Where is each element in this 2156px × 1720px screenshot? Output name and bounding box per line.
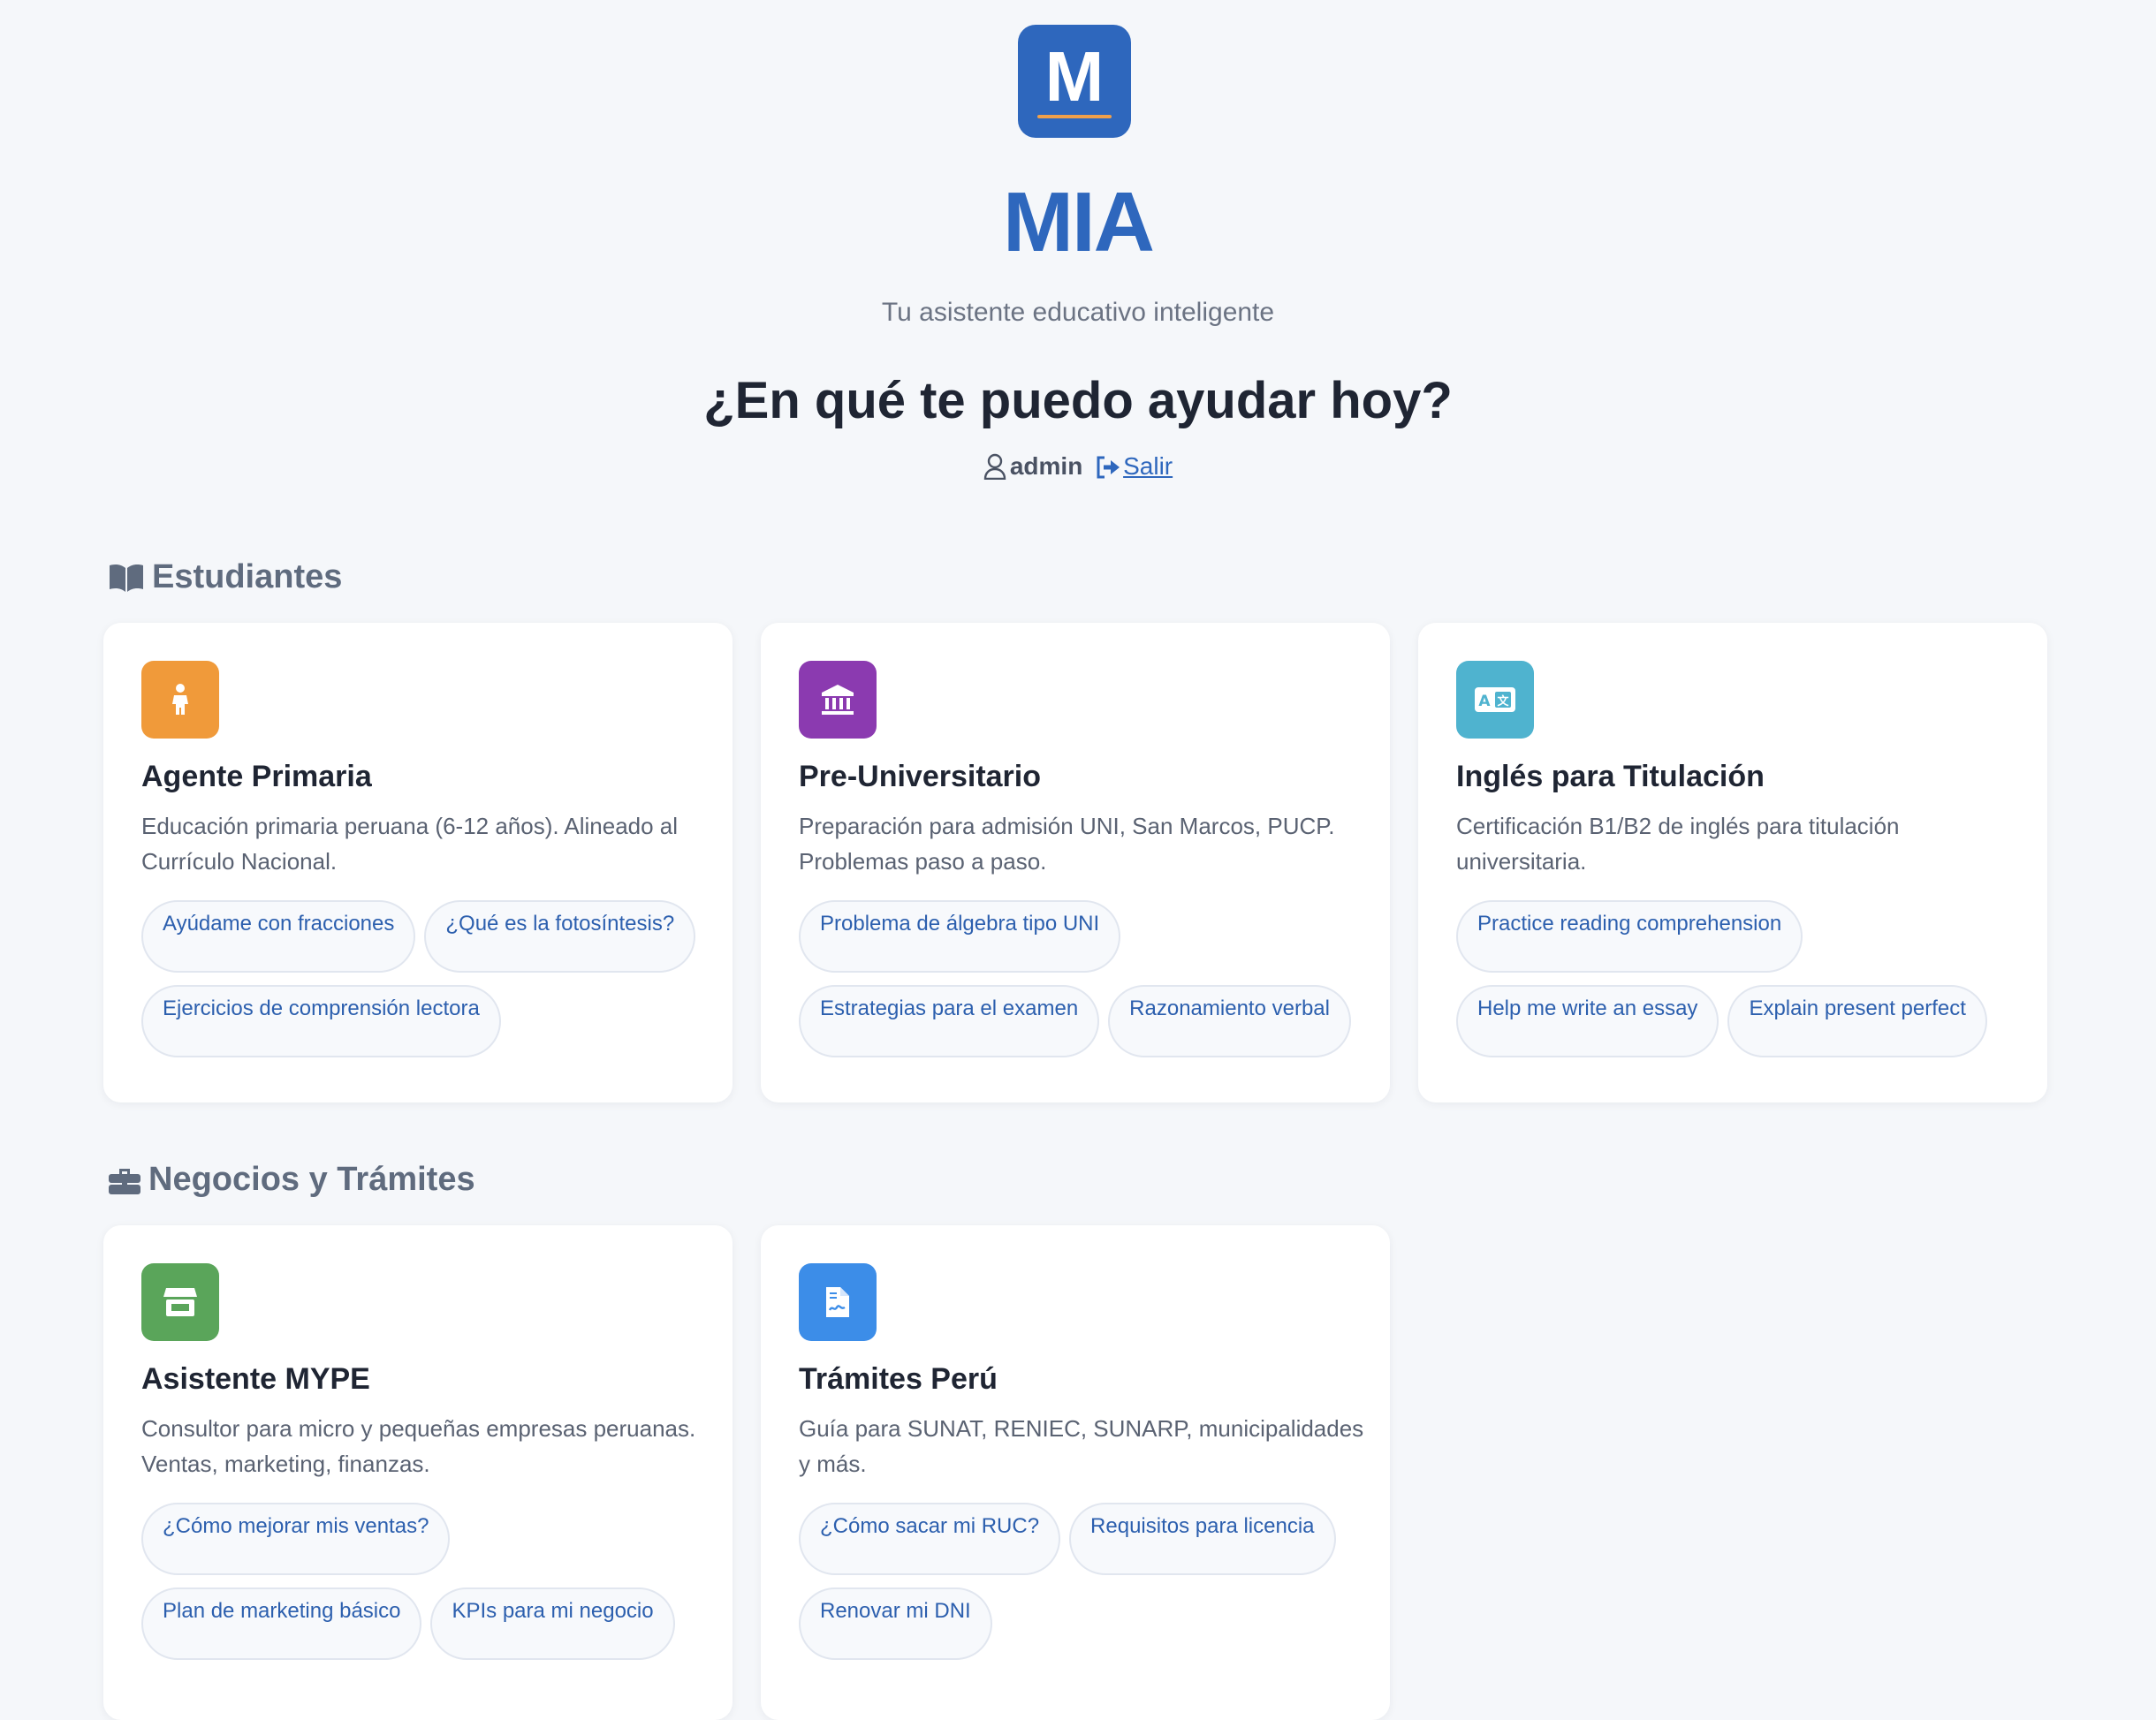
user-bar: admin Salir — [0, 449, 2156, 489]
card-description: Certificación B1/B2 de inglés para titul… — [1456, 813, 1900, 875]
section-title-negocios: Negocios y Trámites — [108, 1157, 475, 1201]
card-description: Educación primaria peruana (6-12 años). … — [141, 813, 679, 875]
app-title: MIA — [1003, 175, 1155, 269]
agent-card-tramites[interactable]: Trámites Perú Guía para SUNAT, RENIEC, S… — [761, 1225, 1390, 1720]
agent-card-mype[interactable]: Asistente MYPE Consultor para micro y pe… — [103, 1225, 733, 1720]
section-title-estudiantes: Estudiantes — [108, 555, 342, 599]
card-description: Preparación para admisión UNI, San Marco… — [799, 813, 1335, 875]
language-icon: A文 — [1456, 661, 1534, 739]
agent-card-primaria[interactable]: Agente Primaria Educación primaria perua… — [103, 623, 733, 1102]
suggestion-chips: Ayúdame con fracciones ¿Qué es la fotosín… — [141, 900, 707, 1070]
child-icon — [141, 661, 219, 739]
section-title-label: Negocios y Trámites — [148, 1161, 475, 1198]
page-heading: ¿En qué te puedo ayudar hoy? — [703, 372, 1453, 429]
card-description: Guía para SUNAT, RENIEC, SUNARP, municip… — [799, 1415, 1364, 1477]
suggestion-chip[interactable]: Estrategias para el examen — [799, 985, 1100, 1057]
suggestion-chip[interactable]: Requisitos para licencia — [1069, 1503, 1336, 1575]
suggestion-chip[interactable]: Plan de marketing básico — [141, 1587, 422, 1660]
logout-link[interactable]: Salir — [1123, 452, 1173, 480]
store-icon — [141, 1263, 219, 1341]
card-title: Trámites Perú — [799, 1362, 998, 1396]
section-title-label: Estudiantes — [152, 558, 343, 595]
suggestion-chip[interactable]: Problema de álgebra tipo UNI — [799, 900, 1121, 973]
briefcase-icon — [108, 1163, 141, 1207]
suggestion-chips: Practice reading comprehension Help me wr… — [1456, 900, 2022, 1070]
suggestion-chip[interactable]: Help me write an essay — [1456, 985, 1719, 1057]
logo-underline — [1037, 115, 1112, 118]
suggestion-chips: ¿Cómo sacar mi RUC? Requisitos para licen… — [799, 1503, 1364, 1672]
suggestion-chip[interactable]: ¿Cómo mejorar mis ventas? — [141, 1503, 451, 1575]
university-icon — [799, 661, 877, 739]
agent-card-preuniversitario[interactable]: Pre-Universitario Preparación para admis… — [761, 623, 1390, 1102]
suggestion-chip[interactable]: Ejercicios de comprensión lectora — [141, 985, 501, 1057]
suggestion-chip[interactable]: Practice reading comprehension — [1456, 900, 1803, 973]
logout-icon[interactable] — [1095, 454, 1121, 489]
app-logo: M — [1018, 25, 1131, 138]
card-title: Agente Primaria — [141, 760, 372, 793]
suggestion-chip[interactable]: Renovar mi DNI — [799, 1587, 992, 1660]
suggestion-chip[interactable]: Ayúdame con fracciones — [141, 900, 416, 973]
app-subtitle: Tu asistente educativo inteligente — [881, 298, 1275, 327]
svg-text:A: A — [1478, 693, 1491, 710]
username: admin — [1009, 452, 1083, 480]
card-title: Pre-Universitario — [799, 760, 1041, 793]
file-contract-icon — [799, 1263, 877, 1341]
suggestion-chips: ¿Cómo mejorar mis ventas? Plan de marketi… — [141, 1503, 707, 1672]
suggestion-chip[interactable]: Razonamiento verbal — [1108, 985, 1351, 1057]
suggestion-chips: Problema de álgebra tipo UNI Estrategias … — [799, 900, 1364, 1070]
card-description: Consultor para micro y pequeñas empresas… — [141, 1415, 696, 1477]
logo-letter: M — [1044, 37, 1105, 116]
book-open-icon — [108, 560, 145, 604]
agent-card-ingles[interactable]: A文 Inglés para Titulación Certificación … — [1418, 623, 2047, 1102]
suggestion-chip[interactable]: KPIs para mi negocio — [430, 1587, 675, 1660]
suggestion-chip[interactable]: ¿Cómo sacar mi RUC? — [799, 1503, 1061, 1575]
suggestion-chip[interactable]: Explain present perfect — [1727, 985, 1987, 1057]
svg-text:文: 文 — [1497, 694, 1509, 708]
card-title: Inglés para Titulación — [1456, 760, 1765, 793]
suggestion-chip[interactable]: ¿Qué es la fotosíntesis? — [424, 900, 696, 973]
card-title: Asistente MYPE — [141, 1362, 370, 1396]
user-icon — [983, 453, 1006, 489]
